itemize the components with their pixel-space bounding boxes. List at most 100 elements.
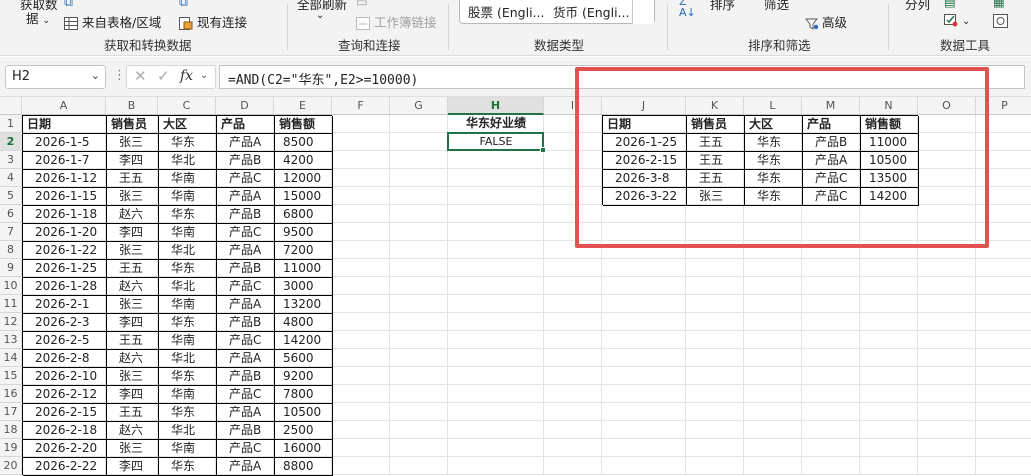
table-cell[interactable]: 9200 xyxy=(275,368,333,386)
name-box[interactable]: H2 ⌄ xyxy=(5,65,106,89)
table-cell[interactable]: 华东 xyxy=(159,134,217,152)
sort-button[interactable]: 排序 xyxy=(710,0,735,13)
table-cell[interactable]: 产品B xyxy=(217,206,275,224)
from-table-button[interactable]: 来自表格/区域 xyxy=(64,12,161,31)
criteria-header[interactable]: 华东好业绩 xyxy=(448,115,544,133)
table-cell[interactable]: 2026-1-22 xyxy=(23,242,107,260)
table-cell[interactable]: 14200 xyxy=(275,332,333,350)
table-cell[interactable]: 产品C xyxy=(217,224,275,242)
table-cell[interactable]: 华东 xyxy=(159,314,217,332)
table-cell[interactable]: 华南 xyxy=(159,224,217,242)
table-cell[interactable]: 王五 xyxy=(107,260,159,278)
table-cell[interactable]: 王五 xyxy=(107,332,159,350)
column-header-H[interactable]: H xyxy=(448,97,544,115)
get-data-button-line2[interactable]: 据 ⌄ xyxy=(26,8,50,27)
data-types-scroll[interactable] xyxy=(632,0,654,24)
column-header-C[interactable]: C xyxy=(158,97,216,115)
table-cell[interactable]: 李四 xyxy=(107,386,159,404)
table-cell[interactable]: 张三 xyxy=(107,368,159,386)
table-cell[interactable]: 产品B xyxy=(217,152,275,170)
table-cell[interactable]: 2026-1-12 xyxy=(23,170,107,188)
table-cell[interactable]: 2026-2-22 xyxy=(23,458,107,476)
row-header-10[interactable]: 10 xyxy=(0,277,22,295)
table-cell[interactable]: 产品B xyxy=(217,314,275,332)
table-cell[interactable]: 2026-1-5 xyxy=(23,134,107,152)
recent-sources-icon[interactable]: ⧉ xyxy=(64,0,73,10)
table-cell[interactable]: 2026-2-18 xyxy=(23,422,107,440)
table-cell[interactable]: 王五 xyxy=(107,404,159,422)
table-cell[interactable]: 2500 xyxy=(275,422,333,440)
table-cell[interactable]: 产品C xyxy=(217,278,275,296)
data-validation-button[interactable]: ⌄ xyxy=(944,12,970,27)
table-cell[interactable]: 产品B xyxy=(217,422,275,440)
table-cell[interactable]: 11000 xyxy=(275,260,333,278)
table-cell[interactable]: 产品A xyxy=(217,188,275,206)
table-cell[interactable]: 产品C xyxy=(217,170,275,188)
table-cell[interactable]: 华东 xyxy=(159,458,217,476)
table-cell[interactable]: 赵六 xyxy=(107,278,159,296)
table-cell[interactable]: 李四 xyxy=(107,224,159,242)
currency-type-button[interactable]: 货币 (Engli... xyxy=(553,2,629,21)
table-cell[interactable]: 产品C xyxy=(217,332,275,350)
table-cell[interactable]: 2026-1-25 xyxy=(23,260,107,278)
table-cell[interactable]: 张三 xyxy=(107,188,159,206)
row-header-11[interactable]: 11 xyxy=(0,295,22,313)
table-cell[interactable]: 2026-2-15 xyxy=(23,404,107,422)
sort-az-icon[interactable]: Z A↓ xyxy=(679,0,696,18)
table-cell[interactable]: 7800 xyxy=(275,386,333,404)
table-cell[interactable]: 华南 xyxy=(159,296,217,314)
row-header-20[interactable]: 20 xyxy=(0,457,22,475)
table-cell[interactable]: 2026-1-15 xyxy=(23,188,107,206)
table-cell[interactable]: 2026-2-8 xyxy=(23,350,107,368)
filter-button[interactable]: 筛选 xyxy=(764,0,789,13)
table-header-cell[interactable]: 日期 xyxy=(23,116,107,134)
table-cell[interactable]: 华南 xyxy=(159,170,217,188)
table-cell[interactable]: 2026-1-18 xyxy=(23,206,107,224)
row-header-19[interactable]: 19 xyxy=(0,439,22,457)
column-header-G[interactable]: G xyxy=(390,97,448,115)
table-cell[interactable]: 2026-2-1 xyxy=(23,296,107,314)
table-cell[interactable]: 13200 xyxy=(275,296,333,314)
cancel-icon[interactable]: ✕ xyxy=(134,67,147,85)
table-cell[interactable]: 2026-1-20 xyxy=(23,224,107,242)
fill-handle[interactable] xyxy=(540,147,546,153)
table-cell[interactable]: 华东 xyxy=(159,404,217,422)
from-web-icon[interactable]: ⧉ xyxy=(179,0,188,10)
row-header-1[interactable]: 1 xyxy=(0,115,22,133)
table-cell[interactable]: 产品A xyxy=(217,296,275,314)
row-header-9[interactable]: 9 xyxy=(0,259,22,277)
row-header-8[interactable]: 8 xyxy=(0,241,22,259)
column-header-A[interactable]: A xyxy=(22,97,106,115)
existing-connections-button[interactable]: 现有连接 xyxy=(179,12,247,31)
advanced-filter-button[interactable]: 高级 xyxy=(805,12,847,31)
table-cell[interactable]: 赵六 xyxy=(107,422,159,440)
table-cell[interactable]: 9500 xyxy=(275,224,333,242)
table-cell[interactable]: 2026-1-7 xyxy=(23,152,107,170)
table-cell[interactable]: 4200 xyxy=(275,152,333,170)
table-cell[interactable]: 5600 xyxy=(275,350,333,368)
row-header-4[interactable]: 4 xyxy=(0,169,22,187)
manage-model-icon[interactable]: ▦ xyxy=(993,0,1005,9)
table-cell[interactable]: 2026-2-20 xyxy=(23,440,107,458)
table-cell[interactable]: 产品B xyxy=(217,260,275,278)
table-cell[interactable]: 8500 xyxy=(275,134,333,152)
table-cell[interactable]: 李四 xyxy=(107,152,159,170)
chevron-down-icon[interactable]: ⌄ xyxy=(200,70,208,81)
table-cell[interactable]: 产品B xyxy=(217,368,275,386)
table-cell[interactable]: 张三 xyxy=(107,296,159,314)
table-cell[interactable]: 华南 xyxy=(159,188,217,206)
queries-icon[interactable]: ▭ xyxy=(356,0,368,9)
table-cell[interactable]: 7200 xyxy=(275,242,333,260)
table-cell[interactable]: 12000 xyxy=(275,170,333,188)
table-cell[interactable]: 华南 xyxy=(159,440,217,458)
table-cell[interactable]: 2026-2-12 xyxy=(23,386,107,404)
table-cell[interactable]: 华北 xyxy=(159,350,217,368)
table-cell[interactable]: 产品A xyxy=(217,134,275,152)
column-header-F[interactable]: F xyxy=(332,97,390,115)
table-cell[interactable]: 李四 xyxy=(107,458,159,476)
table-cell[interactable]: 赵六 xyxy=(107,350,159,368)
table-cell[interactable]: 张三 xyxy=(107,134,159,152)
workbook-links-button[interactable]: 工作簿链接 xyxy=(356,12,437,31)
column-header-E[interactable]: E xyxy=(274,97,332,115)
refresh-dropdown-icon[interactable]: ⌄ xyxy=(316,10,324,21)
